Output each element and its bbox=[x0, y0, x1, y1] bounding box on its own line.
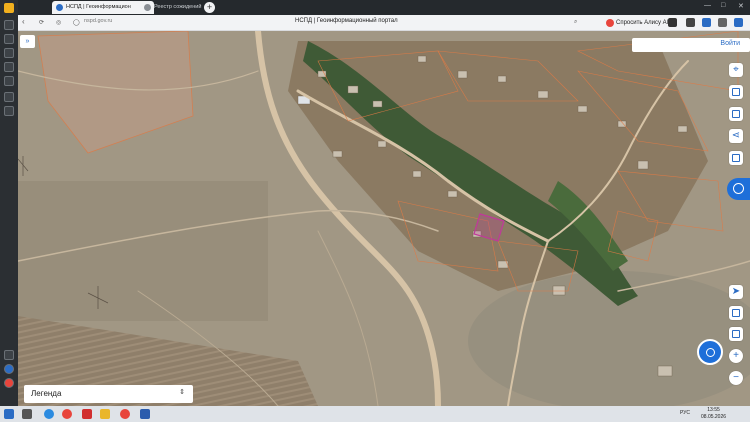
tab-strip: НСПД | Геоинформацион × Реестр сожидений… bbox=[18, 0, 750, 15]
alice-icon[interactable] bbox=[4, 378, 14, 388]
calendar-icon[interactable] bbox=[4, 106, 14, 116]
tab-title: НСПД | Геоинформацион bbox=[66, 4, 131, 10]
location-button[interactable]: ⌖ bbox=[729, 63, 743, 77]
apps-icon[interactable] bbox=[4, 62, 14, 72]
vpn-icon[interactable] bbox=[718, 18, 727, 27]
reload-icon[interactable]: ⟳ bbox=[39, 19, 44, 26]
download-icon[interactable] bbox=[702, 18, 711, 27]
clock-time: 13:55 bbox=[707, 407, 720, 413]
start-icon[interactable] bbox=[4, 409, 14, 419]
location-icon: ⌖ bbox=[733, 64, 739, 75]
search-taskbar-icon[interactable] bbox=[22, 409, 32, 419]
protect-icon[interactable]: ◎ bbox=[56, 19, 61, 26]
share-button[interactable]: ⋖ bbox=[729, 129, 743, 143]
print-button[interactable] bbox=[729, 151, 743, 165]
minimize-icon[interactable]: — bbox=[704, 2, 711, 9]
layers-icon bbox=[732, 88, 740, 96]
layers-button[interactable] bbox=[729, 85, 743, 99]
chevron-updown-icon: ⇕ bbox=[179, 389, 185, 396]
ask-alice-label: Спросить Алису AI bbox=[616, 20, 669, 26]
navigate-button[interactable]: ➤ bbox=[729, 285, 743, 299]
zoom-out-button[interactable]: − bbox=[729, 371, 743, 385]
new-tab-button[interactable]: + bbox=[204, 2, 215, 13]
screen-icon bbox=[732, 309, 740, 317]
browser-sidebar bbox=[0, 0, 18, 406]
legend-label: Легенда bbox=[31, 389, 62, 398]
extensions-icon[interactable] bbox=[668, 18, 677, 27]
satellite-imagery bbox=[18, 31, 750, 406]
legend-select[interactable]: Легенда ⇕ bbox=[24, 385, 193, 403]
assistant-button[interactable] bbox=[727, 178, 750, 200]
bookmarks-icon[interactable] bbox=[4, 20, 14, 30]
expand-panel-button[interactable]: » bbox=[20, 35, 35, 48]
windows-taskbar: РУС 13:55 08.05.2026 bbox=[0, 406, 750, 422]
basemap-icon bbox=[732, 330, 740, 338]
account-icon[interactable] bbox=[4, 364, 14, 374]
browser-logo-icon[interactable] bbox=[4, 3, 14, 13]
clock[interactable]: 13:55 08.05.2026 bbox=[701, 407, 726, 421]
chat-support-button[interactable] bbox=[697, 339, 723, 365]
browser-taskbar-icon[interactable] bbox=[120, 409, 130, 419]
alice-icon bbox=[606, 19, 614, 27]
zoom-in-button[interactable]: + bbox=[729, 349, 743, 363]
url-field[interactable]: nspd.gov.ru bbox=[84, 18, 112, 24]
search-icon[interactable]: ⌕ bbox=[574, 19, 577, 26]
login-button[interactable]: Войти bbox=[720, 40, 740, 47]
assistant-icon bbox=[733, 183, 744, 194]
maximize-icon[interactable]: □ bbox=[721, 2, 725, 9]
tab-title: Реестр сожидений bbox=[154, 4, 202, 10]
app-icon[interactable] bbox=[82, 409, 92, 419]
tab-nspd[interactable]: НСПД | Геоинформацион × bbox=[52, 1, 154, 14]
measure-icon bbox=[732, 110, 740, 118]
edge-icon[interactable] bbox=[44, 409, 54, 419]
share-icon: ⋖ bbox=[731, 130, 741, 141]
address-bar-row: ‹ ⟳ ◎ ◯ nspd.gov.ru НСПД | Геоинформацио… bbox=[18, 15, 750, 31]
yandex-icon[interactable] bbox=[62, 409, 72, 419]
zoom-out-icon: − bbox=[733, 372, 739, 383]
nspd-favicon-icon bbox=[56, 4, 63, 11]
zoom-in-icon: + bbox=[733, 350, 739, 361]
registry-favicon-icon bbox=[144, 4, 151, 11]
page-title: НСПД | Геоинформационный портал bbox=[295, 18, 398, 24]
login-bar: Войти bbox=[632, 38, 750, 52]
screen-button[interactable] bbox=[729, 306, 743, 320]
add-panel-icon[interactable] bbox=[4, 350, 14, 360]
tab-registry[interactable]: Реестр сожидений bbox=[140, 1, 202, 14]
ask-alice-button[interactable]: Спросить Алису AI bbox=[606, 17, 668, 29]
close-window-icon[interactable]: ✕ bbox=[738, 2, 744, 10]
navigate-arrow-icon: ➤ bbox=[731, 286, 741, 297]
measure-button[interactable] bbox=[729, 107, 743, 121]
explorer-icon[interactable] bbox=[100, 409, 110, 419]
clock-date: 08.05.2026 bbox=[701, 414, 727, 420]
print-icon bbox=[732, 154, 740, 162]
notes-icon[interactable] bbox=[4, 76, 14, 86]
chat-icon bbox=[706, 348, 715, 357]
language-indicator[interactable]: РУС bbox=[680, 410, 690, 416]
word-icon[interactable] bbox=[140, 409, 150, 419]
basemap-button[interactable] bbox=[729, 327, 743, 341]
site-info-icon[interactable]: ◯ bbox=[73, 19, 80, 26]
back-icon[interactable]: ‹ bbox=[22, 17, 25, 26]
profile-icon[interactable] bbox=[734, 18, 743, 27]
collections-icon[interactable] bbox=[4, 92, 14, 102]
reader-icon[interactable] bbox=[686, 18, 695, 27]
downloads-icon[interactable] bbox=[4, 48, 14, 58]
satellite-map[interactable] bbox=[18, 31, 750, 406]
history-icon[interactable] bbox=[4, 34, 14, 44]
